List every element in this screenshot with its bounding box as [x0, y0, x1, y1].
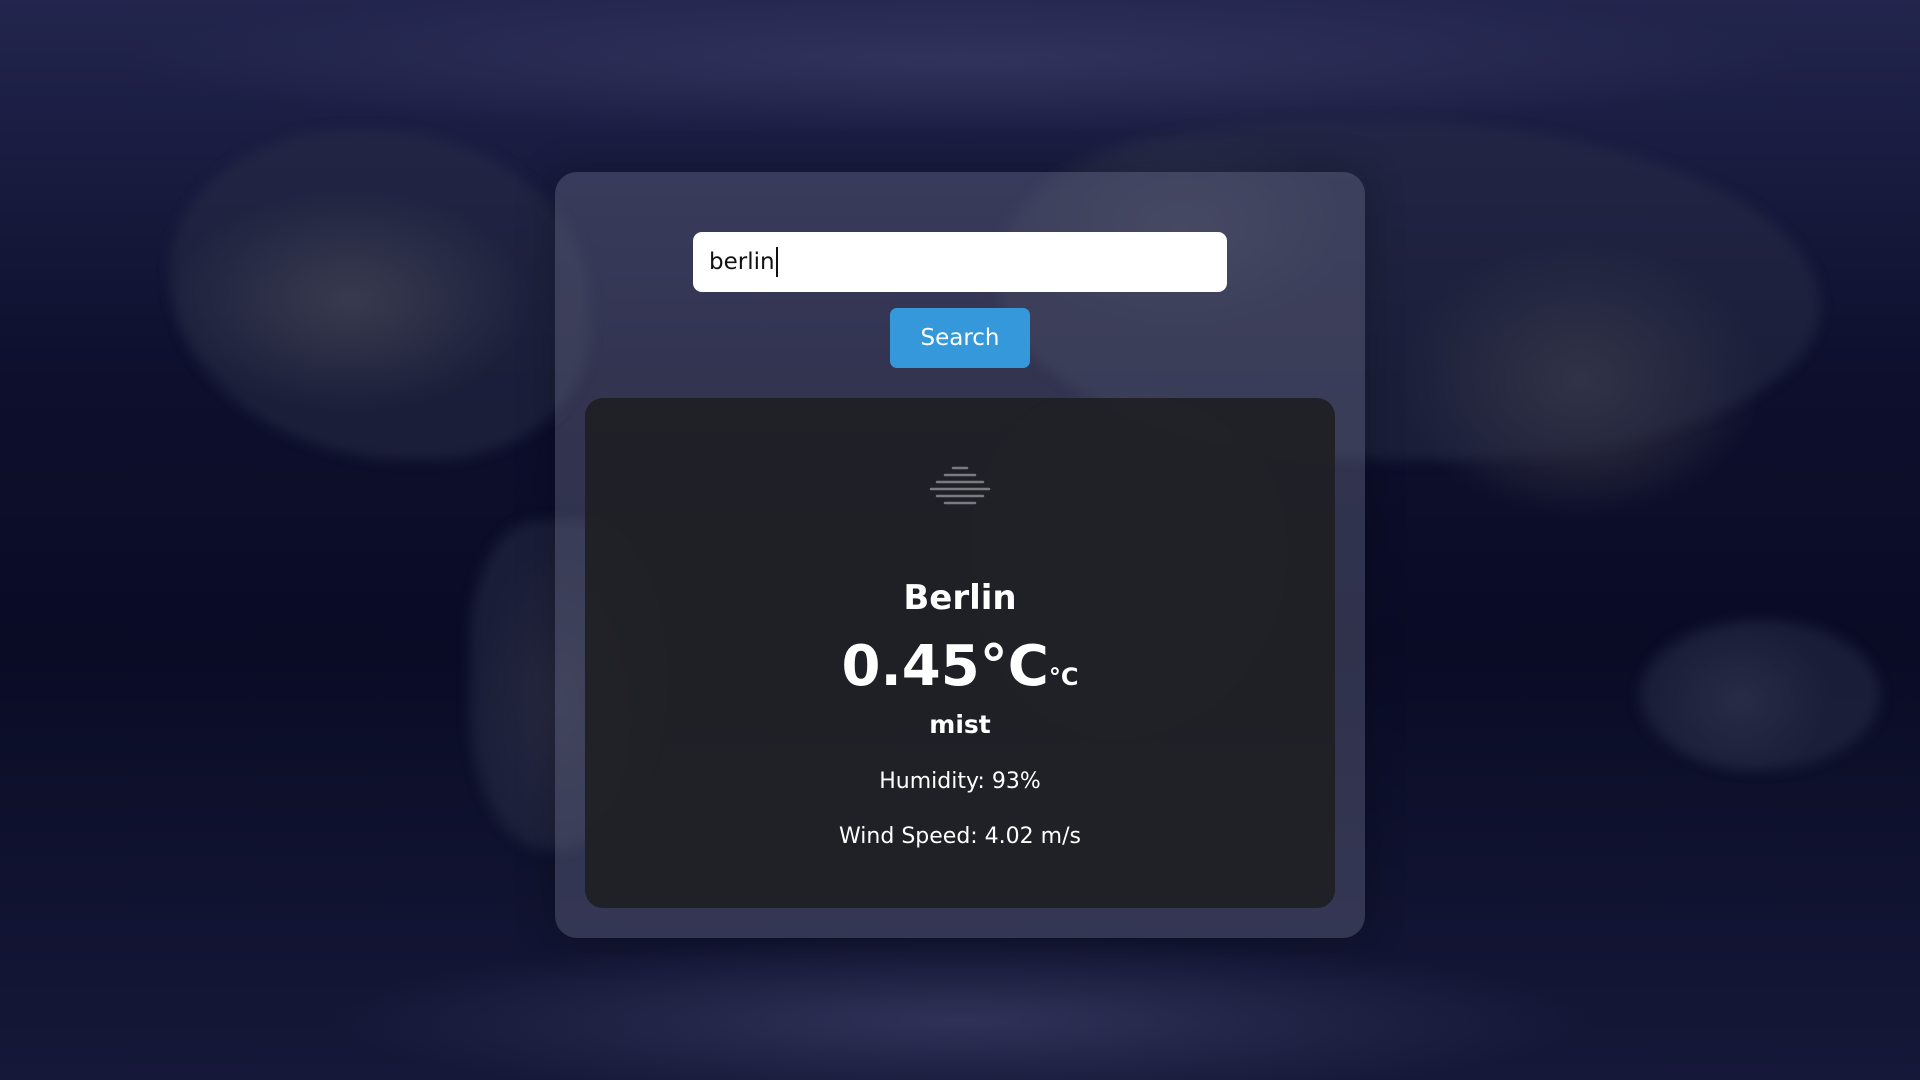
temperature-value: 0.45°C [841, 634, 1049, 699]
text-caret [775, 247, 778, 277]
map-australia [1640, 620, 1880, 770]
map-north-america [170, 130, 590, 460]
mist-icon [929, 466, 991, 505]
city-name: Berlin [903, 578, 1017, 618]
wind-speed-text: Wind Speed: 4.02 m/s [839, 824, 1081, 849]
temperature-row: 0.45°C°C [585, 634, 1335, 699]
search-input-value: berlin [709, 249, 775, 275]
humidity-text: Humidity: 93% [879, 769, 1041, 794]
weather-result-panel: Berlin 0.45°C°C mist Humidity: 93% Wind … [585, 398, 1335, 908]
weather-description: mist [929, 710, 991, 739]
temperature-unit: °C [1048, 663, 1079, 691]
weather-card: berlin Search Berlin 0.45°C°C mist Humid… [555, 172, 1365, 938]
city-search-input[interactable]: berlin [693, 232, 1227, 292]
search-button[interactable]: Search [890, 308, 1030, 368]
